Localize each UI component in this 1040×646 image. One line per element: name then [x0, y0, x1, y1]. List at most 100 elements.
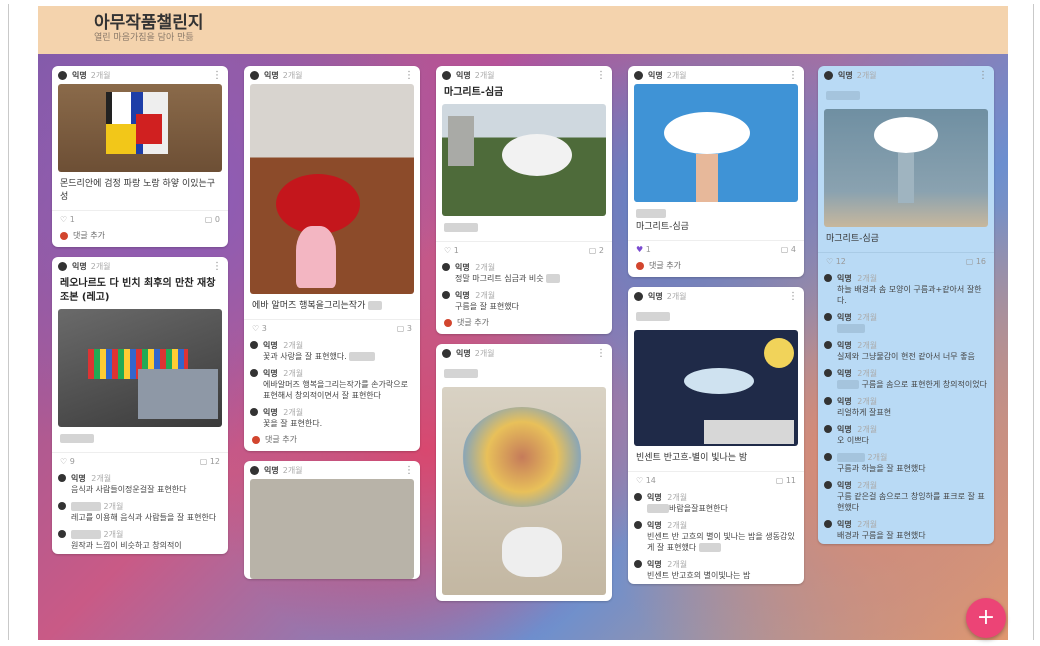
like-count[interactable]: ♡ 9	[60, 457, 75, 466]
post-time: 2개월	[666, 70, 687, 80]
post-image	[442, 387, 606, 595]
like-count[interactable]: ♥ 1	[636, 245, 651, 254]
post-card[interactable]: 익명 2개월 ⋮ 빈센트 반고흐-별이 빛나는 밤 ♡ 14 ▢ 11 익명 2…	[628, 287, 804, 584]
comment-time: 2개월	[475, 263, 496, 272]
author-name: 익명	[456, 348, 471, 358]
comment-time: 2개월	[91, 474, 112, 483]
add-comment-button[interactable]: 댓글 추가	[52, 228, 228, 247]
post-header: 익명 2개월 ⋮	[436, 344, 612, 362]
post-text: 몬드리안에 검정 파랑 노랑 하얗 이있는구성	[60, 179, 216, 202]
avatar-icon	[634, 493, 642, 501]
comment-time: 2개월	[283, 341, 304, 350]
author-name: 익명	[72, 70, 87, 80]
comment-text: 구름을 잘 표현했다	[455, 302, 519, 311]
post-card[interactable]: 익명 2개월 ⋮ 에바 알머즈 행복을그리는작가 ♡ 3 ▢ 3 익명 2개월 꽃…	[244, 66, 420, 451]
avatar-icon	[824, 397, 832, 405]
comment: 익명 2개월 구름 같은걸 솜으로그 창잉하를 표크로 잘 표현했다	[818, 477, 994, 516]
add-comment-button[interactable]: 댓글 추가	[244, 432, 420, 451]
avatar-icon	[634, 560, 642, 568]
board-subtitle: 열린 마음가짐을 담아 만듦	[94, 33, 194, 43]
more-options-icon[interactable]: ⋮	[212, 261, 222, 272]
comment: 익명 2개월 꽃을 잘 표현한다.	[244, 404, 420, 432]
avatar-icon	[824, 425, 832, 433]
comment-author: 익명	[647, 560, 662, 569]
comment: 익명 2개월 음식과 사람들이정운걸잘 표현한다	[52, 470, 228, 498]
post-text-value: 마그리트-심금	[636, 222, 689, 232]
post-card-selected[interactable]: 익명 2개월 ⋮ 마그리트-심금 ♡ 12 ▢ 16 익명 2개월 하늘 배경과 …	[818, 66, 994, 544]
like-value: 12	[835, 257, 846, 266]
comment-text: 원작과 느낌이 비슷하고 창의적이	[71, 541, 182, 550]
post-card[interactable]: 익명 2개월 ⋮	[244, 461, 420, 579]
post-card[interactable]: 익명 2개월 ⋮ 레오나르도 다 빈치 최후의 만찬 재창조본 (레고) ♡ 9…	[52, 257, 228, 554]
comment-value: 12	[209, 457, 220, 466]
more-options-icon[interactable]: ⋮	[788, 291, 798, 302]
like-count[interactable]: ♡ 14	[636, 476, 656, 485]
more-options-icon[interactable]: ⋮	[978, 70, 988, 81]
post-image	[250, 479, 414, 579]
post-header: 익명 2개월 ⋮	[628, 287, 804, 305]
avatar-icon	[442, 70, 451, 80]
comment-author: 익명	[837, 341, 852, 350]
comment-text: 구름 같은걸 솜으로그 창잉하를 표크로 잘 표현했다	[837, 492, 985, 512]
comment-count[interactable]: ▢ 4	[781, 245, 796, 254]
more-options-icon[interactable]: ⋮	[596, 70, 606, 81]
comment-value: 2	[598, 246, 604, 255]
comment-time: 2개월	[857, 520, 878, 529]
comment-author: 익명	[837, 369, 852, 378]
comment: 2개월 레고를 이용해 음식과 사람들을 잘 표현한다	[52, 498, 228, 526]
post-title: 마그리트-심금	[444, 87, 504, 98]
comment-count[interactable]: ▢ 2	[589, 246, 604, 255]
post-card[interactable]: 익명 2개월 ⋮	[436, 344, 612, 601]
add-post-button[interactable]: +	[966, 598, 1006, 638]
add-comment-icon	[252, 435, 260, 444]
comment: 2개월 원작과 느낌이 비슷하고 창의적이	[52, 526, 228, 554]
comment: 익명 2개월에바알머즈 행복을그리는작가를 손가락으로 표현해서 창의적이면서 …	[244, 365, 420, 404]
comment-text: 구름과 하늘을 잘 표현했다	[837, 464, 926, 473]
comment-count[interactable]: ▢ 16	[966, 257, 986, 266]
comment-author: 익명	[837, 425, 852, 434]
more-options-icon[interactable]: ⋮	[788, 70, 798, 81]
comment-count[interactable]: ▢ 0	[205, 215, 220, 224]
comment-time: 2개월	[103, 502, 124, 511]
avatar-icon	[250, 70, 259, 80]
more-options-icon[interactable]: ⋮	[404, 70, 414, 81]
comment-time: 2개월	[283, 369, 304, 378]
comment-time: 2개월	[857, 341, 878, 350]
comment-author: 익명	[263, 341, 278, 350]
comment-time: 2개월	[857, 313, 878, 322]
comment-author: 익명	[837, 397, 852, 406]
column-4: 익명 2개월 ⋮ 마그리트-심금 ♥ 1 ▢ 4 댓글 추가 익명 2개월 ⋮ …	[628, 66, 804, 594]
comment-text: 오 이쁘다	[837, 436, 869, 445]
post-stats: ♡ 12 ▢ 16	[818, 252, 994, 270]
comment-time: 2개월	[857, 425, 878, 434]
comment-text: 에바알머즈 행복을그리는작가를 손가락으로 표현해서 창의적이면서 잘 표현한다	[263, 380, 408, 400]
like-count[interactable]: ♡ 3	[252, 324, 267, 333]
comment-text: 빈센트 반 고흐의 별이 빛나는 밤을 생동감있게 잘 표현했다	[647, 532, 795, 552]
comment-value: 3	[406, 324, 412, 333]
avatar-icon	[58, 502, 66, 510]
comment-count[interactable]: ▢ 3	[397, 324, 412, 333]
add-comment-button[interactable]: 댓글 추가	[628, 258, 804, 277]
comment-time: 2개월	[667, 521, 688, 530]
post-image	[58, 84, 222, 172]
like-count[interactable]: ♡ 12	[826, 257, 846, 266]
more-options-icon[interactable]: ⋮	[212, 70, 222, 81]
comment: 익명 2개월 바람을잘표현한다	[628, 489, 804, 517]
comment-author: 익명	[263, 369, 278, 378]
add-comment-button[interactable]: 댓글 추가	[436, 315, 612, 334]
post-time: 2개월	[282, 465, 303, 475]
more-options-icon[interactable]: ⋮	[404, 465, 414, 476]
add-comment-label: 댓글 추가	[265, 435, 297, 444]
comment-count[interactable]: ▢ 12	[200, 457, 220, 466]
comment: 익명 2개월	[818, 309, 994, 337]
avatar-icon	[634, 521, 642, 529]
post-card[interactable]: 익명 2개월 ⋮ 마그리트-심금 ♡ 1 ▢ 2 익명 2개월 정말 마그리트 심…	[436, 66, 612, 334]
post-card[interactable]: 익명 2개월 ⋮ 마그리트-심금 ♥ 1 ▢ 4 댓글 추가	[628, 66, 804, 277]
post-card[interactable]: 익명 2개월 ⋮ 몬드리안에 검정 파랑 노랑 하얗 이있는구성 ♡ 1 ▢ 0…	[52, 66, 228, 247]
more-options-icon[interactable]: ⋮	[596, 348, 606, 359]
comment-text: 꽃을 잘 표현한다.	[263, 419, 323, 428]
comment-count[interactable]: ▢ 11	[776, 476, 796, 485]
like-count[interactable]: ♡ 1	[60, 215, 75, 224]
like-count[interactable]: ♡ 1	[444, 246, 459, 255]
post-time: 2개월	[666, 291, 687, 301]
